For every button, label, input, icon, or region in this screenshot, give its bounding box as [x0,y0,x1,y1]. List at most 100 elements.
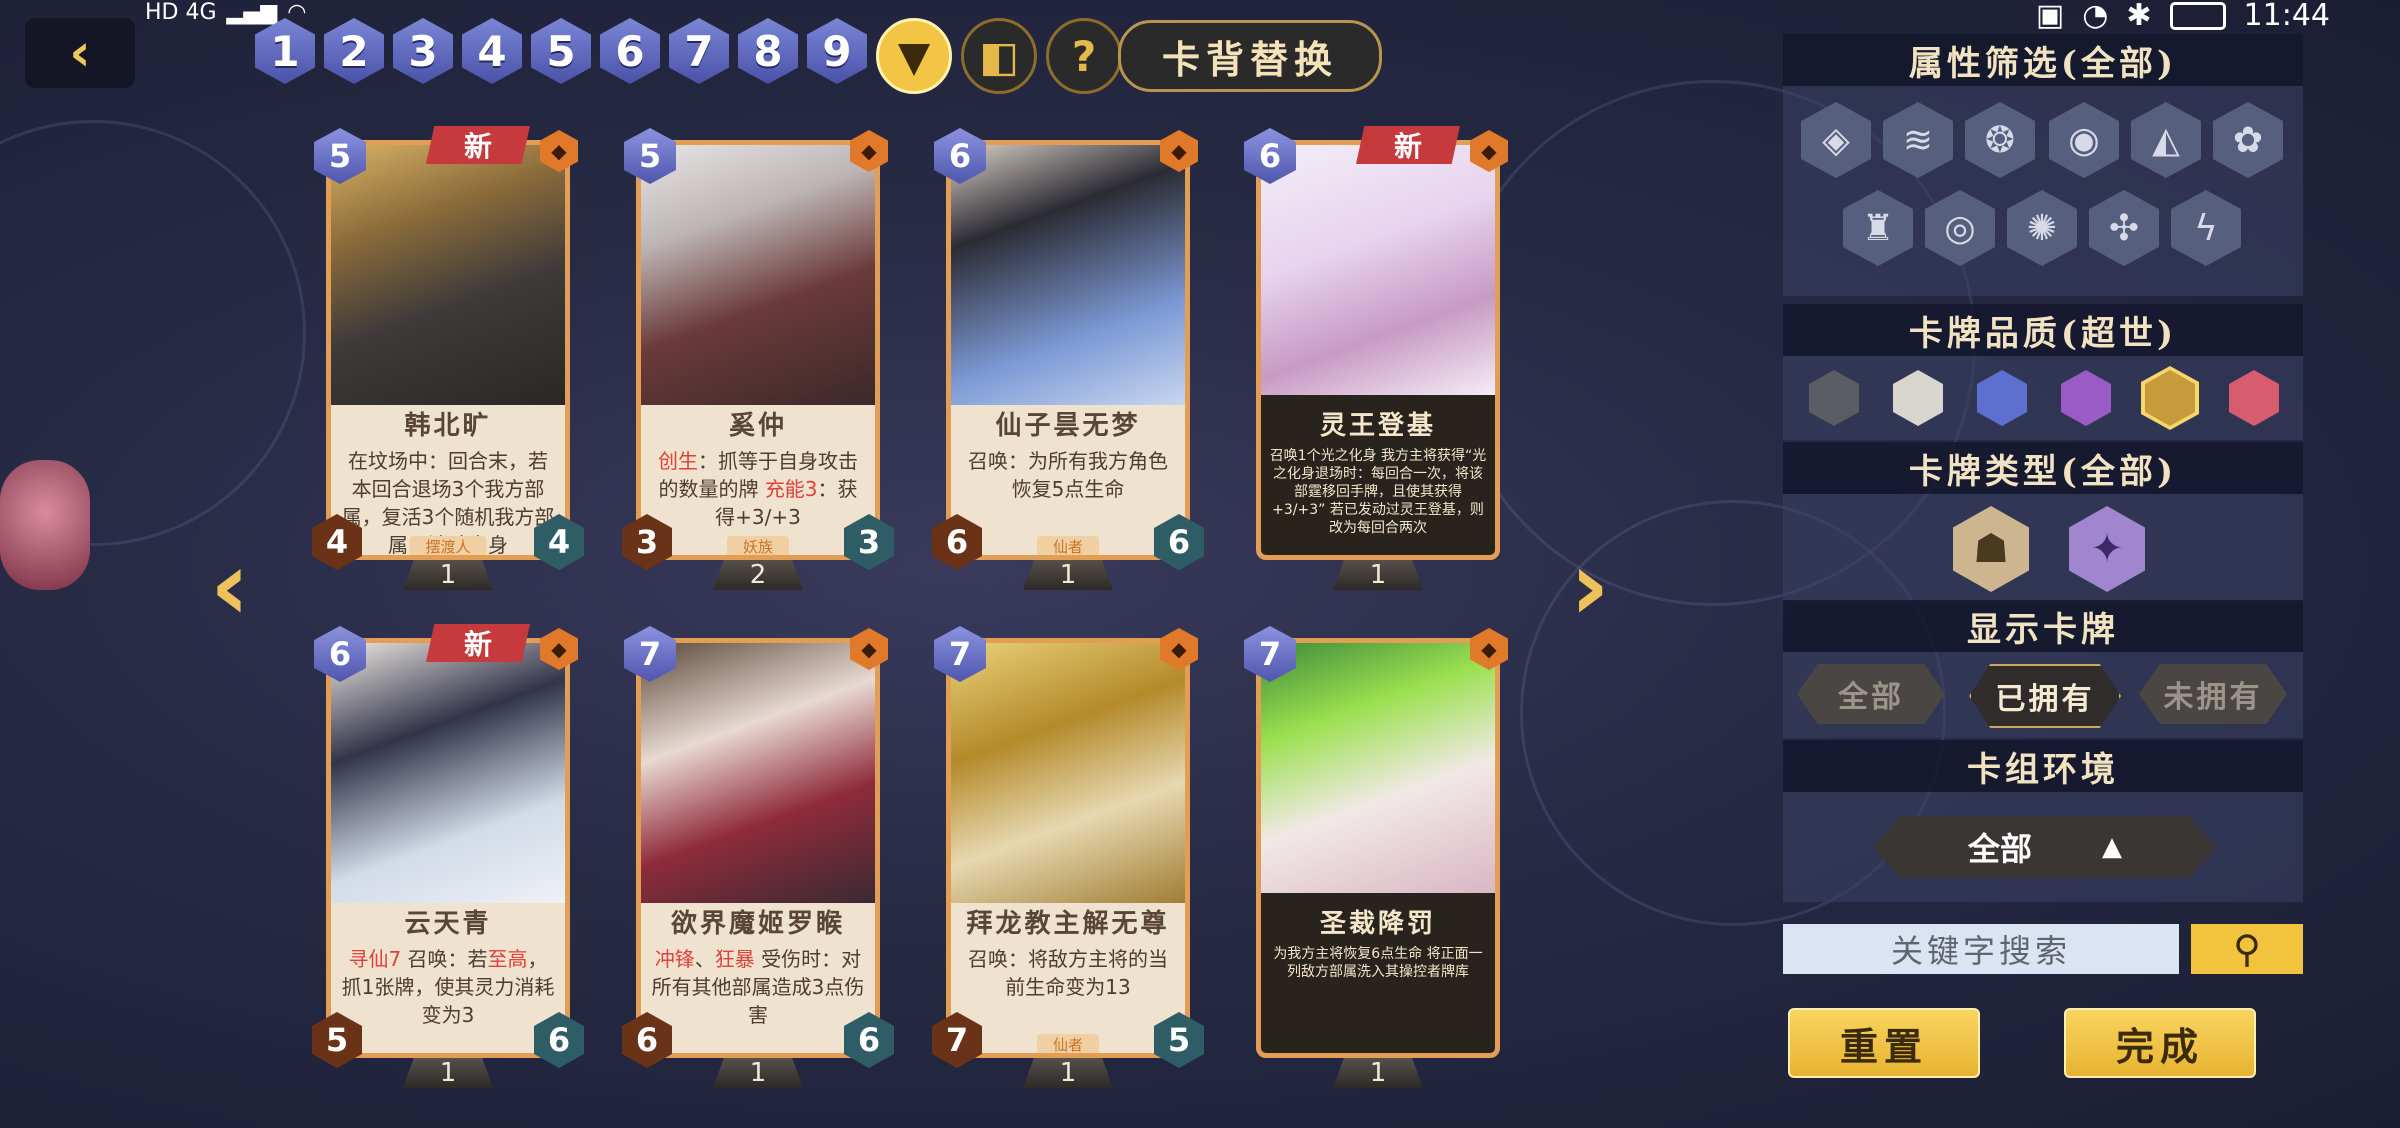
card-description: 寻仙7 召唤：若至高，抓1张牌，使其灵力消耗变为3 [339,945,557,1029]
attribute-filter-title: 属性筛选(全部) [1783,34,2303,86]
battery-icon [2169,1,2226,30]
attribute-icon-1[interactable]: ◈ [1801,102,1871,178]
status-right: ▣ ◔ ✱ 11:44 [2036,0,2330,33]
deck-view-button[interactable]: ◧ [961,18,1037,94]
quality-gray-option[interactable] [1809,370,1859,426]
show-owned-option[interactable]: 已拥有 [1969,664,2121,728]
card-face: 仙子昙无梦 召唤：为所有我方角色恢复5点生命 仙者 [946,140,1190,560]
keyword-text: 寻仙7 [348,947,402,971]
attribute-icon-6[interactable]: ✿ [2213,102,2283,178]
card-owned-count: 1 [713,1058,803,1088]
card-owned-count: 1 [1023,560,1113,590]
help-button[interactable]: ? [1046,18,1122,94]
prev-page-arrow[interactable]: ‹ [210,530,250,642]
cost-filter-1[interactable]: 1 [255,18,315,84]
attribute-icon-9[interactable]: ✺ [2007,190,2077,266]
cost-filter-9[interactable]: 9 [807,18,867,84]
quality-red-option[interactable] [2229,370,2279,426]
done-button[interactable]: 完成 [2064,1008,2256,1078]
card-name: 奚仲 [728,411,787,441]
caret-up-icon: ▲ [2102,832,2122,862]
card[interactable]: 云天青 寻仙7 召唤：若至高，抓1张牌，使其灵力消耗变为3 6 ◆ 新 5 6 1 [312,624,584,1088]
show-all-option[interactable]: 全部 [1797,664,1945,724]
card-race-label: 摆渡人 [409,536,487,555]
spell-type-icon[interactable]: ✦ [2069,506,2145,592]
description-text: 召唤：若 [401,947,488,971]
show-cards-title: 显示卡牌 [1783,600,2303,652]
show-cards-options: 全部 已拥有 未拥有 [1783,652,2303,738]
attribute-icon-3[interactable]: ❂ [1965,102,2035,178]
attribute-icon-7[interactable]: ♜ [1843,190,1913,266]
card-owned-count: 1 [1023,1058,1113,1088]
filter-panel: 属性筛选(全部) ◈ ≋ ❂ ◉ ◭ ✿ ♜ ◎ ✺ ✣ ϟ 卡牌品质(超世) … [1783,34,2303,974]
next-page-arrow[interactable]: › [1570,530,1610,642]
new-tag: 新 [426,624,530,662]
card-race-label: 仙者 [1036,1034,1100,1053]
card-owned-count: 1 [1333,560,1423,590]
card-race-label: 妖族 [726,536,790,555]
quality-white-option[interactable] [1893,370,1943,426]
quality-purple-option[interactable] [2061,370,2111,426]
cost-filter-7[interactable]: 7 [669,18,729,84]
card-art [951,145,1185,405]
attribute-icon-10[interactable]: ✣ [2089,190,2159,266]
filter-button[interactable]: ▼ [876,18,952,94]
alarm-icon: ◔ [2082,0,2109,33]
card-description: 冲锋、狂暴 受伤时：对所有其他部属造成3点伤害 [649,945,867,1029]
card-face: 韩北旷在坟场中：回合末，若本回合退场3个我方部属，复活3个随机我方部属，消除自身… [326,140,570,560]
card-name: 欲界魔姬罗睺 [670,909,845,939]
card-owned-count: 1 [403,560,493,590]
card[interactable]: 奚仲 创生：抓等于自身攻击的数量的牌 充能3：获得+3/+3 妖族 5 ◆ 3 3 2 [622,128,894,590]
attribute-icon-4[interactable]: ◉ [2049,102,2119,178]
card-art [331,643,565,903]
show-unowned-option[interactable]: 未拥有 [2139,664,2287,724]
bluetooth-icon: ✱ [2126,0,2152,33]
card[interactable]: 仙子昙无梦 召唤：为所有我方角色恢复5点生命 仙者 6 ◆ 6 6 1 [932,128,1204,590]
keyword-text: 狂暴 [714,947,755,971]
attribute-filter-grid: ◈ ≋ ❂ ◉ ◭ ✿ ♜ ◎ ✺ ✣ ϟ [1783,86,2303,296]
side-character-avatar[interactable] [0,460,90,590]
description-text: 、 [694,947,715,971]
card-art [1261,643,1495,893]
cost-filter-6[interactable]: 6 [600,18,660,84]
back-button[interactable]: ‹ [25,18,135,88]
card-art [951,643,1185,903]
card-face: 拜龙教主解无尊 召唤：将敌方主将的当前生命变为13 仙者 [946,638,1190,1058]
attribute-icon-5[interactable]: ◭ [2131,102,2201,178]
deck-env-body: 全部 ▲ [1783,792,2303,902]
search-icon: ⚲ [2233,927,2261,971]
deck-env-dropdown[interactable]: 全部 ▲ [1873,816,2217,878]
card[interactable]: 欲界魔姬罗睺 冲锋、狂暴 受伤时：对所有其他部属造成3点伤害 7 ◆ 6 6 1 [622,626,894,1088]
search-button[interactable]: ⚲ [2191,924,2303,974]
quality-blue-option[interactable] [1977,370,2027,426]
attribute-icon-2[interactable]: ≋ [1883,102,1953,178]
back-arrow-icon: ‹ [69,23,91,83]
card-owned-count: 1 [1333,1058,1423,1088]
card[interactable]: 灵王登基 召唤1个光之化身 我方主将获得“光之化身退场时：每回合一次，将该部霆移回… [1244,126,1510,590]
cost-filter-4[interactable]: 4 [462,18,522,84]
cost-filter-5[interactable]: 5 [531,18,591,84]
attribute-icon-8[interactable]: ◎ [1925,190,1995,266]
card[interactable]: 韩北旷在坟场中：回合末，若本回合退场3个我方部属，复活3个随机我方部属，消除自身… [312,126,584,590]
cost-filter-3[interactable]: 3 [393,18,453,84]
unit-type-icon[interactable]: ☗ [1953,506,2029,592]
card-name: 韩北旷 [404,411,492,441]
cost-filter-8[interactable]: 8 [738,18,798,84]
card-owned-count: 1 [403,1058,493,1088]
card-face: 云天青 寻仙7 召唤：若至高，抓1张牌，使其灵力消耗变为3 [326,638,570,1058]
card-art [641,643,875,903]
reset-button[interactable]: 重置 [1788,1008,1980,1078]
keyword-search-input[interactable]: 关键字搜索 [1783,924,2179,974]
card-description: 创生：抓等于自身攻击的数量的牌 充能3：获得+3/+3 [649,447,867,531]
cost-filter-2[interactable]: 2 [324,18,384,84]
new-tag: 新 [1356,126,1460,164]
card-back-replace-button[interactable]: 卡背替换 [1118,20,1382,92]
card-description: 为我方主将恢复6点生命 将正面一列敌方部属洗入其操控者牌库 [1269,945,1487,981]
attribute-icon-11[interactable]: ϟ [2171,190,2241,266]
keyword-text: 至高 [487,947,528,971]
card[interactable]: 圣裁降罚 为我方主将恢复6点生命 将正面一列敌方部属洗入其操控者牌库 7 ◆ 1 [1244,626,1510,1088]
clock: 11:44 [2243,0,2330,33]
card-owned-count: 2 [713,560,803,590]
new-tag: 新 [426,126,530,164]
card[interactable]: 拜龙教主解无尊 召唤：将敌方主将的当前生命变为13 仙者 7 ◆ 7 5 1 [932,626,1204,1088]
